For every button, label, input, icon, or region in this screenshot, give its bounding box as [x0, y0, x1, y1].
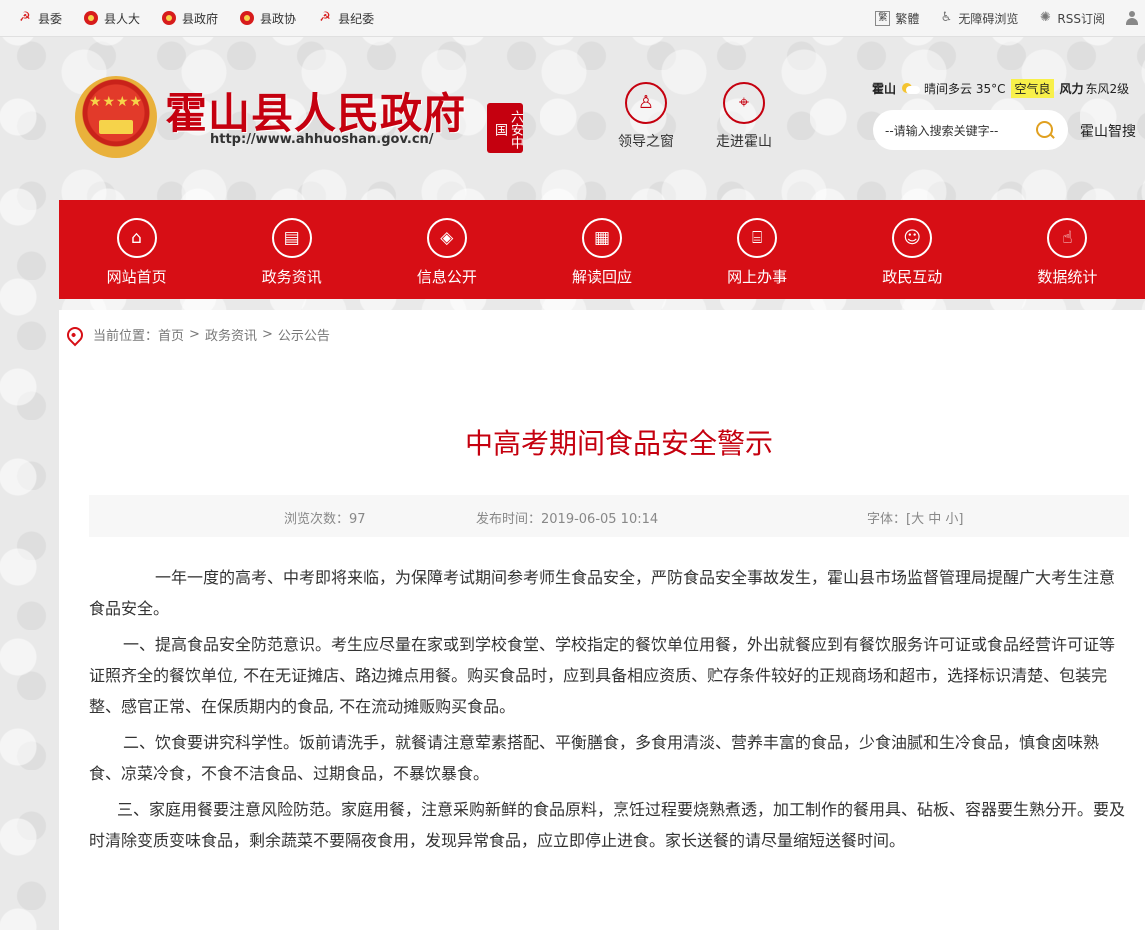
national-emblem-icon	[84, 11, 99, 25]
wind-label: 风力	[1059, 82, 1084, 96]
location-pin-icon	[63, 323, 87, 346]
smart-search-link[interactable]: 霍山智搜	[1080, 121, 1136, 141]
font-small-button[interactable]: 小	[945, 512, 958, 527]
article-paragraph: 二、饮食要讲究科学性。饭前请洗手，就餐请注意荤素搭配、平衡膳食，多食用清淡、营养…	[89, 733, 1100, 783]
national-emblem-logo[interactable]: ★★★★	[75, 76, 157, 158]
accessibility-icon: ♿	[940, 10, 953, 25]
document-icon: ▦	[581, 218, 622, 258]
traditional-chinese-toggle[interactable]: 繁繁體	[875, 10, 919, 27]
weather-condition: 晴间多云 35°C	[924, 82, 1006, 96]
link-label: 县政协	[260, 11, 297, 26]
weather-city: 霍山	[872, 82, 897, 96]
article-paragraph: 三、家庭用餐要注意风险防范。家庭用餐，注意采购新鲜的食品原料，烹饪过程要烧熟煮透…	[89, 800, 1126, 850]
location-icon: ⌖	[723, 82, 765, 124]
link-county-congress[interactable]: 县人大	[84, 10, 140, 27]
rss-icon: ✺	[1039, 10, 1051, 25]
breadcrumb-home[interactable]: 首页	[158, 325, 184, 344]
link-label: 县人大	[104, 11, 141, 26]
news-icon: ▤	[271, 218, 312, 258]
nav-interpretation[interactable]: ▦ 解读回应	[524, 200, 679, 299]
partly-cloudy-icon	[902, 82, 921, 95]
nav-label: 政民互动	[882, 268, 943, 286]
breadcrumb-prefix: 当前位置：	[93, 329, 159, 344]
chat-icon: ☺	[892, 218, 933, 258]
nav-news[interactable]: ▤ 政务资讯	[214, 200, 369, 299]
stars-icon: ★★★★	[88, 94, 144, 110]
party-emblem-icon: ☭	[319, 10, 331, 25]
accessibility-label: 无障碍浏览	[958, 11, 1019, 26]
nav-label: 网上办事	[727, 268, 788, 286]
nav-online-services[interactable]: ⌸ 网上办事	[680, 200, 835, 299]
breadcrumb-separator: >	[261, 327, 273, 342]
traditional-label: 繁體	[895, 11, 920, 26]
breadcrumb: 当前位置： 首页 > 政务资讯 > 公示公告	[63, 323, 330, 346]
breadcrumb-news[interactable]: 政务资讯	[205, 325, 257, 344]
header-nav-label: 走进霍山	[716, 134, 772, 150]
nav-interaction[interactable]: ☺ 政民互动	[835, 200, 990, 299]
search-box	[873, 110, 1068, 150]
link-label: 县纪委	[338, 11, 375, 26]
article-meta: 浏览次数：97 发布时间：2019-06-05 10:14 字体：[大 中 小]	[89, 495, 1129, 537]
layers-icon: ◈	[426, 218, 467, 258]
article-body: 一年一度的高考、中考即将来临，为保障考试期间参考师生食品安全，严防食品安全事故发…	[89, 562, 1129, 861]
search-icon[interactable]	[1036, 121, 1053, 138]
nav-home[interactable]: ⌂ 网站首页	[59, 200, 214, 299]
weather-widget: 霍山 晴间多云 35°C 空气良 风力 东风2级	[872, 79, 1129, 98]
font-size-control: 字体：[大 中 小]	[867, 508, 963, 527]
article-paragraph: 一年一度的高考、中考即将来临，为保障考试期间参考师生食品安全，严防食品安全事故发…	[89, 568, 1116, 618]
hand-icon: ☝	[1047, 218, 1088, 258]
home-icon: ⌂	[116, 218, 157, 258]
nav-statistics[interactable]: ☝ 数据统计	[990, 200, 1145, 299]
link-county-party[interactable]: ☭ 县委	[18, 10, 62, 27]
link-county-discipline[interactable]: ☭ 县纪委	[318, 10, 374, 27]
content-panel: 当前位置： 首页 > 政务资讯 > 公示公告 中高考期间食品安全警示 浏览次数：…	[59, 310, 1145, 930]
top-bar: ☭ 县委 县人大 县政府 县政协 ☭ 县纪委 繁繁體 ♿ 无障碍浏览 ✺ RSS订阅	[0, 0, 1145, 37]
site-url: http://www.ahhuoshan.gov.cn/	[210, 132, 434, 147]
cppcc-emblem-icon	[240, 11, 255, 25]
breadcrumb-separator: >	[189, 327, 200, 342]
accessibility-link[interactable]: ♿ 无障碍浏览	[939, 10, 1019, 27]
breadcrumb-notices[interactable]: 公示公告	[278, 325, 330, 344]
nav-label: 数据统计	[1037, 268, 1098, 286]
article-title: 中高考期间食品安全警示	[464, 427, 773, 460]
rss-link[interactable]: ✺ RSS订阅	[1038, 10, 1105, 27]
wind-value: 东风2级	[1085, 82, 1130, 96]
header-nav-leaders[interactable]: ♙ 领导之窗	[601, 82, 691, 151]
link-label: 县政府	[182, 11, 219, 26]
nav-label: 解读回应	[571, 268, 632, 286]
liuan-seal-logo: 六安中国	[487, 103, 523, 153]
header-nav-about[interactable]: ⌖ 走进霍山	[699, 82, 789, 151]
leader-icon: ♙	[625, 82, 667, 124]
nav-label: 信息公开	[416, 268, 477, 286]
article-paragraph: 一、提高食品安全防范意识。考生应尽量在家或到学校食堂、学校指定的餐饮单位用餐，外…	[89, 635, 1116, 716]
rss-label: RSS订阅	[1057, 11, 1105, 26]
link-label: 县委	[38, 11, 63, 26]
main-nav: ⌂ 网站首页 ▤ 政务资讯 ◈ 信息公开 ▦ 解读回应 ⌸ 网上办事 ☺ 政民互动 ☝ 数据统…	[59, 200, 1145, 299]
search-input[interactable]	[883, 120, 1027, 142]
traditional-icon: 繁	[875, 10, 891, 26]
link-county-cppcc[interactable]: 县政协	[240, 10, 296, 27]
top-links: ☭ 县委 县人大 县政府 县政协 ☭ 县纪委	[18, 0, 396, 36]
nav-label: 政务资讯	[261, 268, 322, 286]
national-emblem-icon	[162, 11, 177, 25]
user-icon[interactable]	[1125, 11, 1139, 25]
font-large-button[interactable]: 大	[911, 512, 924, 527]
nav-disclosure[interactable]: ◈ 信息公开	[369, 200, 524, 299]
air-quality-badge: 空气良	[1011, 79, 1054, 98]
font-medium-button[interactable]: 中	[928, 512, 941, 527]
header-nav-label: 领导之窗	[618, 134, 674, 150]
party-emblem-icon: ☭	[19, 10, 31, 25]
font-size-close: ]	[958, 512, 964, 527]
link-county-government[interactable]: 县政府	[162, 10, 218, 27]
building-icon: ⌸	[737, 218, 778, 258]
font-size-label: 字体：[	[867, 512, 912, 527]
publish-time: 发布时间：2019-06-05 10:14	[476, 512, 659, 527]
tiananmen-icon	[99, 120, 133, 134]
top-tools: 繁繁體 ♿ 无障碍浏览 ✺ RSS订阅	[875, 0, 1145, 36]
nav-label: 网站首页	[106, 268, 167, 286]
view-count: 浏览次数：97	[284, 512, 366, 527]
